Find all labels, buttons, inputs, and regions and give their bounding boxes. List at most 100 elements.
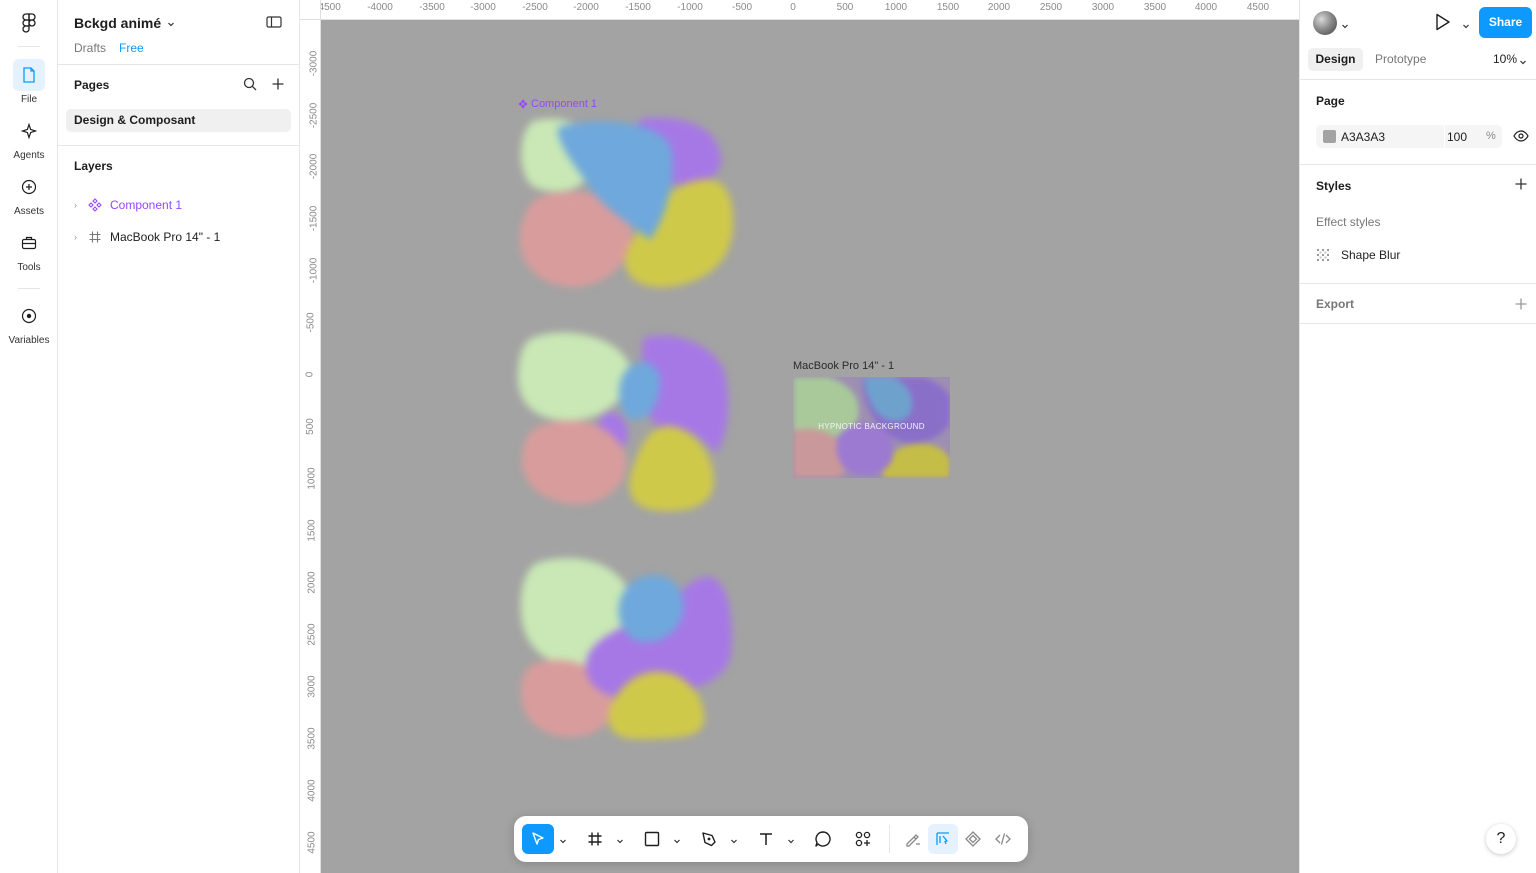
rail-variables-button[interactable]: Variables [0, 300, 58, 346]
frame-tool-button[interactable] [580, 824, 610, 854]
ruler-tick: 500 [304, 418, 316, 435]
panel-divider [1300, 323, 1536, 324]
chevron-right-icon[interactable]: › [74, 232, 77, 242]
tab-design[interactable]: Design [1308, 48, 1363, 71]
pen-tool-button[interactable] [694, 824, 724, 854]
component-mode-button[interactable] [958, 824, 988, 854]
zoom-level[interactable]: 10% [1493, 52, 1517, 66]
ruler-tick: 500 [836, 2, 854, 13]
plan-badge[interactable]: Free [119, 41, 144, 55]
panel-divider [1300, 79, 1536, 80]
draw-mode-button[interactable] [898, 824, 928, 854]
rail-assets-button[interactable]: Assets [0, 171, 58, 217]
rail-divider [18, 288, 40, 289]
rail-file-label: File [20, 94, 38, 105]
chevron-right-icon[interactable]: › [74, 200, 77, 210]
ruler-tick: 2000 [306, 571, 318, 594]
rail-agents-label: Agents [13, 150, 45, 161]
component-label-text: Component 1 [531, 98, 598, 110]
figma-logo-icon[interactable] [18, 12, 40, 34]
ruler-tick: -2500 [308, 102, 320, 129]
add-style-icon[interactable] [1514, 177, 1528, 194]
avatar[interactable] [1313, 11, 1337, 35]
sidebar-toggle-icon[interactable] [266, 15, 282, 32]
move-tool-button[interactable] [522, 824, 554, 854]
ruler-tick: 4500 [1246, 2, 1270, 13]
present-button[interactable] [1434, 12, 1452, 35]
macbook-frame[interactable]: HYPNOTIC BACKGROUND [793, 377, 950, 478]
chevron-down-icon[interactable] [559, 834, 567, 848]
ruler-tick: -2000 [573, 2, 599, 13]
effect-style-item[interactable]: Shape Blur [1341, 248, 1400, 262]
field-divider [1444, 125, 1445, 148]
assets-icon [13, 171, 45, 203]
panel-divider [58, 145, 300, 146]
vertical-ruler: -3000 -2500 -2000 -1500 -1000 -500 0 500… [300, 20, 321, 873]
layers-title: Layers [74, 159, 113, 173]
play-icon [1436, 13, 1450, 31]
chevron-down-icon[interactable] [1341, 19, 1349, 33]
page-item[interactable]: Design & Composant [66, 109, 291, 132]
layer-row-component[interactable]: › Component 1 [58, 193, 300, 217]
component-set[interactable] [518, 115, 734, 741]
layer-label: Component 1 [110, 198, 183, 212]
shape-tool-button[interactable] [637, 824, 667, 854]
page-section-title: Page [1316, 94, 1345, 108]
cursor-icon [532, 832, 544, 845]
ruler-tick: -2000 [308, 153, 320, 180]
rail-agents-button[interactable]: Agents [0, 115, 58, 161]
variables-icon [13, 300, 45, 332]
frame-label[interactable]: MacBook Pro 14" - 1 [793, 360, 894, 372]
ruler-tick: -1500 [625, 2, 651, 13]
ruler-tick: 1000 [306, 467, 318, 490]
layer-label: MacBook Pro 14" - 1 [110, 230, 221, 244]
component-label[interactable]: Component 1 [518, 98, 597, 110]
add-page-icon[interactable] [271, 77, 285, 94]
dev-mode-button[interactable] [988, 824, 1018, 854]
fill-opacity-value[interactable]: 100 [1447, 130, 1467, 144]
rail-tools-button[interactable]: Tools [0, 227, 58, 273]
file-location[interactable]: Drafts [74, 41, 106, 55]
code-icon [995, 833, 1011, 845]
component-icon [88, 198, 102, 215]
export-section-title: Export [1316, 297, 1355, 311]
component-variant-2[interactable] [518, 328, 734, 512]
page-fill-input[interactable]: A3A3A3 100 % [1316, 125, 1502, 148]
chevron-down-icon[interactable] [1519, 55, 1527, 69]
design-mode-button[interactable] [928, 824, 958, 854]
chevron-down-icon[interactable] [616, 834, 624, 848]
panel-divider [1300, 164, 1536, 165]
chevron-down-icon[interactable] [787, 834, 795, 848]
chevron-down-icon[interactable] [673, 834, 681, 848]
fill-hex-value[interactable]: A3A3A3 [1341, 130, 1385, 144]
ruler-tick: 1500 [306, 519, 318, 542]
component-variant-3[interactable] [518, 555, 734, 739]
ruler-tick: 3000 [306, 675, 318, 698]
chevron-down-icon[interactable] [1462, 19, 1470, 33]
tab-prototype[interactable]: Prototype [1375, 52, 1426, 66]
pen-icon [702, 832, 716, 847]
comment-tool-button[interactable] [808, 824, 838, 854]
pages-title: Pages [74, 78, 110, 92]
chevron-down-icon[interactable] [730, 834, 738, 848]
ruler-tick: 4000 [1194, 2, 1218, 13]
layer-row-frame[interactable]: › MacBook Pro 14" - 1 [58, 225, 300, 249]
ruler-corner [300, 0, 321, 20]
actions-tool-button[interactable] [848, 824, 878, 854]
rail-tools-label: Tools [17, 262, 41, 273]
eye-icon[interactable] [1513, 129, 1529, 146]
add-export-icon[interactable] [1514, 297, 1528, 314]
canvas[interactable]: -4500 -4000 -3500 -3000 -2500 -2000 -150… [300, 0, 1299, 873]
ruler-tick: 3000 [1091, 2, 1115, 13]
color-swatch[interactable] [1323, 130, 1336, 143]
component-variant-1[interactable] [518, 115, 734, 299]
file-title[interactable]: Bckgd animé [74, 15, 161, 31]
ruler-tick: 4000 [306, 779, 318, 802]
rail-file-button[interactable]: File [0, 59, 58, 105]
share-button[interactable]: Share [1479, 7, 1532, 38]
search-icon[interactable] [243, 77, 257, 94]
text-tool-button[interactable] [751, 824, 781, 854]
ruler-tick: 2000 [987, 2, 1011, 13]
chevron-down-icon[interactable] [167, 17, 175, 31]
help-button[interactable]: ? [1486, 824, 1516, 854]
